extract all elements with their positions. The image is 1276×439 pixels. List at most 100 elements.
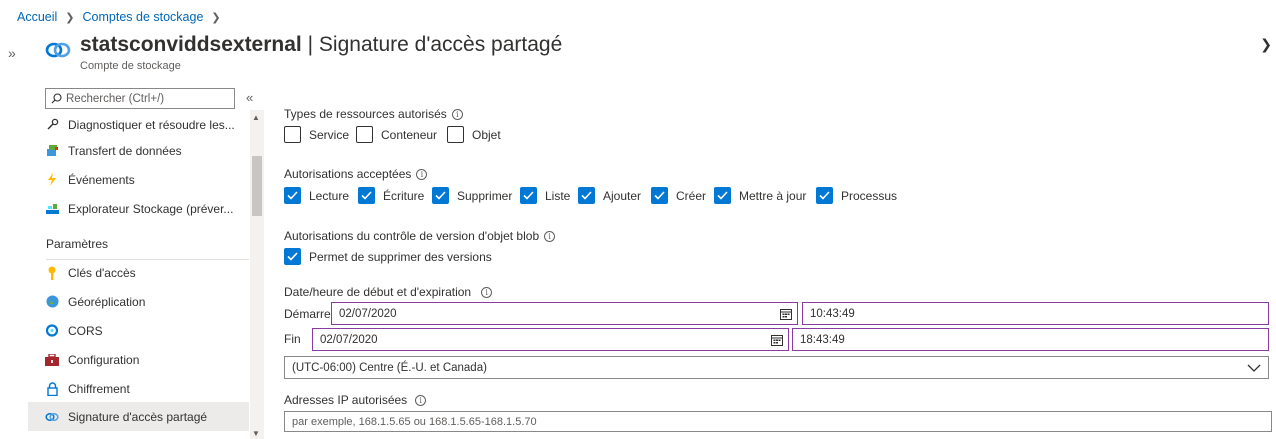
sidebar-item-label: CORS <box>68 323 103 338</box>
link-icon <box>45 410 59 424</box>
data-transfer-icon <box>45 144 59 158</box>
resource-types-label-text: Types de ressources autorisés <box>284 107 447 121</box>
info-icon[interactable]: i <box>481 286 493 298</box>
timezone-value: (UTC-06:00) Centre (É.-U. et Canada) <box>292 361 487 374</box>
checkbox-service[interactable]: Service <box>284 126 349 143</box>
checkbox-add[interactable]: Ajouter <box>578 187 641 204</box>
start-date-input[interactable]: 02/07/2020 <box>331 302 798 325</box>
info-icon[interactable]: i <box>416 168 428 180</box>
page-subtitle: Compte de stockage <box>80 60 181 72</box>
start-time-value: 10:43:49 <box>810 307 855 320</box>
ip-placeholder: par exemple, 168.1.5.65 ou 168.1.5.65-16… <box>292 415 537 428</box>
versioning-label: Autorisations du contrôle de version d'o… <box>284 229 556 243</box>
timezone-select[interactable]: (UTC-06:00) Centre (É.-U. et Canada) <box>284 356 1269 379</box>
checkbox-label: Écriture <box>383 188 425 203</box>
sidebar-item-data-transfer[interactable]: Transfert de données <box>28 136 249 165</box>
permissions-label: Autorisations acceptées i <box>284 167 428 181</box>
checkbox-write[interactable]: Écriture <box>358 187 424 204</box>
sidebar-item-configuration[interactable]: Configuration <box>28 345 249 374</box>
key-icon <box>45 266 59 280</box>
sidebar-item-label: Configuration <box>68 352 140 367</box>
checkbox-delete[interactable]: Supprimer <box>432 187 512 204</box>
sidebar-item-storage-explorer[interactable]: Explorateur Stockage (préver... <box>28 194 249 223</box>
checkbox-box[interactable] <box>356 126 373 143</box>
checkbox-box[interactable] <box>432 187 449 204</box>
checkbox-box[interactable] <box>358 187 375 204</box>
checkbox-list[interactable]: Liste <box>520 187 570 204</box>
storage-explorer-icon <box>45 202 59 216</box>
end-time-value: 18:43:49 <box>800 333 845 346</box>
sidebar-item-label: Chiffrement <box>68 381 130 396</box>
checkbox-box[interactable] <box>714 187 731 204</box>
info-icon[interactable]: i <box>451 108 463 120</box>
breadcrumb: Accueil ❯ Comptes de stockage ❯ <box>17 9 229 25</box>
search-placeholder: Rechercher (Ctrl+/) <box>66 92 165 105</box>
scroll-thumb[interactable] <box>252 156 262 216</box>
sidebar-item-shared-access-signature[interactable]: Signature d'accès partagé <box>28 402 249 431</box>
sidebar-item-events[interactable]: Événements <box>28 165 249 194</box>
checkbox-label: Lecture <box>309 188 350 203</box>
sidebar-item-encryption[interactable]: Chiffrement <box>28 374 249 403</box>
datetime-label: Date/heure de début et d'expiration i <box>284 285 493 299</box>
checkbox-box[interactable] <box>520 187 537 204</box>
checkbox-box[interactable] <box>651 187 668 204</box>
checkbox-label: Objet <box>472 127 501 142</box>
end-label: Fin <box>284 332 301 346</box>
chevron-down-icon <box>1247 364 1261 372</box>
end-date-value: 02/07/2020 <box>320 333 378 346</box>
checkbox-update[interactable]: Mettre à jour <box>714 187 806 204</box>
resource-types-label: Types de ressources autorisés i <box>284 107 463 121</box>
checkbox-process[interactable]: Processus <box>816 187 897 204</box>
sidebar-item-label: Géoréplication <box>68 294 146 309</box>
checkbox-label: Supprimer <box>457 188 513 203</box>
checkbox-box[interactable] <box>447 126 464 143</box>
end-time-input[interactable]: 18:43:49 <box>792 328 1269 351</box>
checkbox-box[interactable] <box>578 187 595 204</box>
sidebar-item-georeplication[interactable]: Géoréplication <box>28 287 249 316</box>
chevron-right-icon[interactable]: ❯ <box>1260 36 1272 53</box>
checkbox-label: Liste <box>545 188 571 203</box>
checkbox-box[interactable] <box>284 187 301 204</box>
expand-menu-icon[interactable]: » <box>8 45 16 61</box>
sidebar-item-access-keys[interactable]: Clés d'accès <box>28 258 249 287</box>
permissions-label-text: Autorisations acceptées <box>284 167 412 181</box>
lightning-icon <box>45 173 59 187</box>
info-icon[interactable]: i <box>544 230 556 242</box>
versioning-label-text: Autorisations du contrôle de version d'o… <box>284 229 540 243</box>
scroll-up-icon[interactable]: ▲ <box>252 113 260 122</box>
breadcrumb-storage-link[interactable]: Comptes de stockage <box>83 10 204 24</box>
checkbox-delete-versions[interactable]: Permet de supprimer des versions <box>284 248 492 265</box>
search-input[interactable]: Rechercher (Ctrl+/) <box>45 88 235 109</box>
info-icon[interactable]: i <box>415 394 427 406</box>
start-time-input[interactable]: 10:43:49 <box>802 302 1269 325</box>
checkbox-object[interactable]: Objet <box>447 126 501 143</box>
scroll-down-icon[interactable]: ▼ <box>252 429 260 438</box>
sidebar-scrollbar[interactable]: ▲ ▼ <box>250 110 264 439</box>
checkbox-label: Créer <box>676 188 707 203</box>
ip-input[interactable]: par exemple, 168.1.5.65 ou 168.1.5.65-16… <box>284 411 1272 432</box>
checkbox-read[interactable]: Lecture <box>284 187 349 204</box>
checkbox-create[interactable]: Créer <box>651 187 706 204</box>
checkbox-box[interactable] <box>816 187 833 204</box>
search-icon <box>51 93 62 104</box>
sidebar-item-diagnose[interactable]: Diagnostiquer et résoudre les... <box>28 110 249 139</box>
sidebar-item-label: Transfert de données <box>68 143 182 158</box>
checkbox-label: Service <box>309 127 350 142</box>
chevron-right-icon: ❯ <box>211 11 221 24</box>
checkbox-label: Mettre à jour <box>739 188 807 203</box>
link-icon <box>45 42 71 58</box>
checkmark-icon <box>581 191 592 200</box>
checkbox-box[interactable] <box>284 248 301 265</box>
checkbox-container[interactable]: Conteneur <box>356 126 437 143</box>
checkmark-icon <box>654 191 665 200</box>
calendar-icon[interactable] <box>780 308 792 320</box>
sidebar-item-cors[interactable]: CORS <box>28 316 249 345</box>
calendar-icon[interactable] <box>771 334 783 346</box>
sidebar-item-label: Explorateur Stockage (préver... <box>68 201 234 216</box>
checkmark-icon <box>287 191 298 200</box>
checkbox-box[interactable] <box>284 126 301 143</box>
collapse-menu-icon[interactable]: « <box>246 90 253 105</box>
page-title: statsconviddsexternal | Signature d'accè… <box>80 33 562 57</box>
end-date-input[interactable]: 02/07/2020 <box>312 328 789 351</box>
breadcrumb-home-link[interactable]: Accueil <box>17 10 57 24</box>
